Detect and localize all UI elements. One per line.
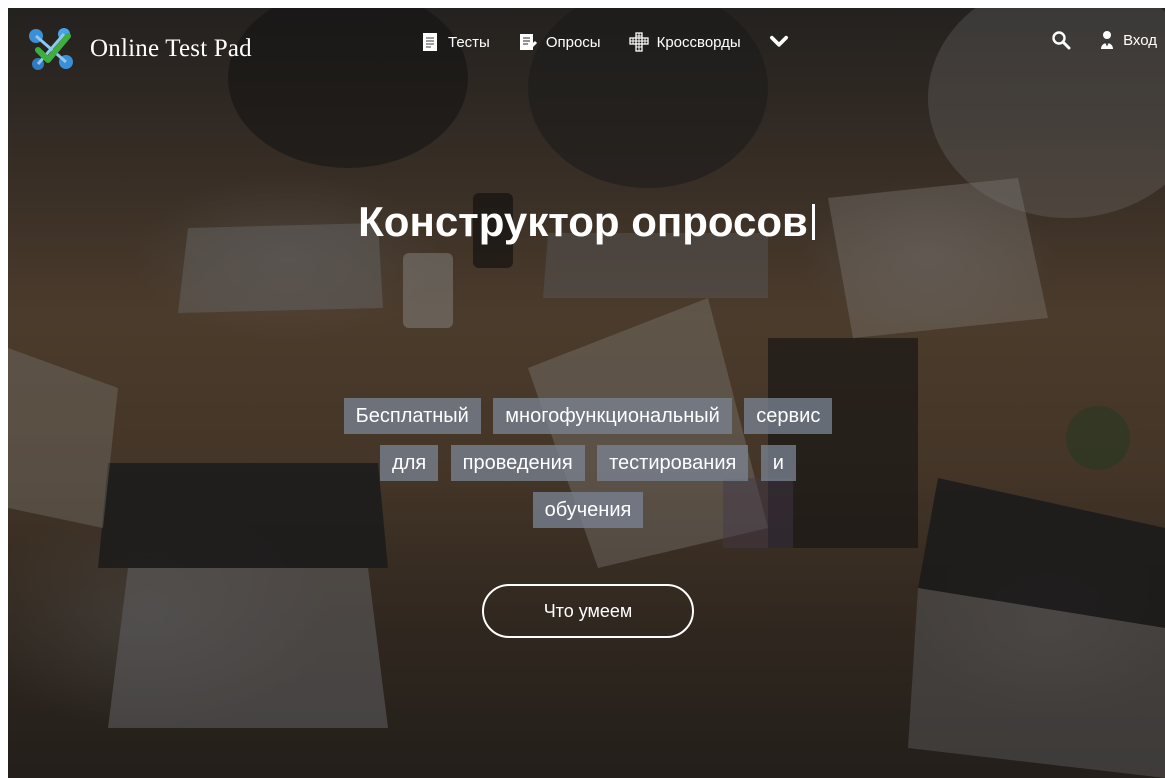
logo-icon bbox=[29, 28, 73, 70]
menu-item-crosswords-label: Кроссворды bbox=[656, 33, 741, 51]
main-menu: Тесты Опросы Кроссворды bbox=[420, 32, 789, 52]
tagline-word: Бесплатный bbox=[343, 398, 481, 434]
crossword-icon bbox=[628, 32, 649, 52]
tagline-word: для bbox=[380, 445, 439, 481]
hero-dim-overlay bbox=[8, 8, 1165, 778]
hero-title: Конструктор опросов bbox=[8, 198, 1165, 246]
search-icon[interactable] bbox=[1051, 30, 1071, 50]
navbar-actions: Вход bbox=[1051, 30, 1157, 50]
test-sheet-icon bbox=[423, 33, 437, 51]
tagline-word: сервис bbox=[744, 398, 833, 434]
menu-item-surveys[interactable]: Опросы bbox=[518, 32, 601, 52]
survey-icon bbox=[519, 34, 537, 51]
page-frame: Online Test Pad Тесты Опросы Кроссворды … bbox=[8, 8, 1165, 778]
more-menu-button[interactable] bbox=[769, 32, 789, 52]
tagline-word: тестирования bbox=[597, 445, 749, 481]
top-navbar: Online Test Pad Тесты Опросы Кроссворды … bbox=[8, 8, 1165, 88]
cta-label: Что умеем bbox=[543, 600, 633, 621]
brand-name: Online Test Pad bbox=[90, 35, 252, 62]
tagline-word: и bbox=[760, 445, 796, 481]
tagline-word: обучения bbox=[532, 492, 644, 528]
menu-item-crosswords[interactable]: Кроссворды bbox=[628, 32, 741, 52]
menu-item-tests[interactable]: Тесты bbox=[420, 32, 490, 52]
login-button[interactable]: Вход bbox=[1099, 30, 1157, 50]
user-icon bbox=[1101, 31, 1114, 49]
hero-tagline: Бесплатный многофункциональный сервис дл… bbox=[278, 394, 898, 535]
tagline-word: многофункциональный bbox=[493, 398, 732, 434]
menu-item-tests-label: Тесты bbox=[448, 33, 490, 51]
hero-title-text: Конструктор опросов bbox=[358, 198, 808, 245]
typing-cursor bbox=[811, 204, 815, 240]
menu-item-surveys-label: Опросы bbox=[545, 33, 601, 51]
what-we-do-button[interactable]: Что умеем bbox=[482, 584, 694, 638]
tagline-word: проведения bbox=[450, 445, 585, 481]
login-label: Вход bbox=[1123, 31, 1157, 49]
brand[interactable]: Online Test Pad bbox=[24, 22, 252, 76]
chevron-down-icon bbox=[769, 35, 788, 47]
